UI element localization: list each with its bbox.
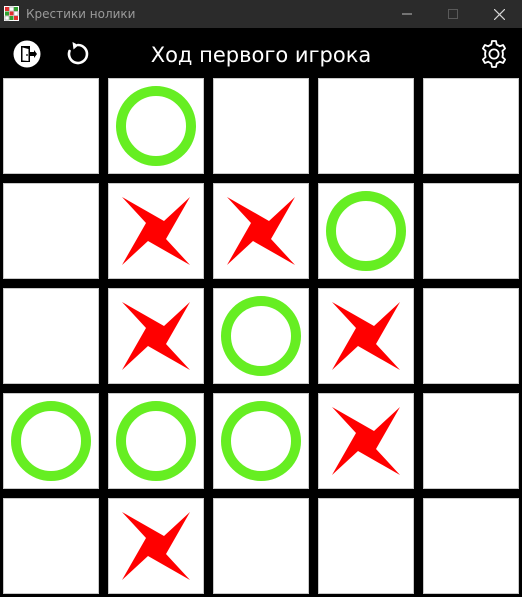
board-cell-r4-c1[interactable] bbox=[3, 393, 99, 489]
minimize-button[interactable] bbox=[384, 0, 430, 28]
board-cell-r3-c5[interactable] bbox=[423, 288, 519, 384]
o-mark-icon bbox=[221, 296, 301, 376]
board-cell-r3-c4[interactable] bbox=[318, 288, 414, 384]
exit-door-icon bbox=[13, 40, 41, 68]
board-cell-r4-c2[interactable] bbox=[108, 393, 204, 489]
board-cell-r1-c1[interactable] bbox=[3, 78, 99, 174]
board-cell-r4-c5[interactable] bbox=[423, 393, 519, 489]
board-cell-r4-c3[interactable] bbox=[213, 393, 309, 489]
app-grid-icon bbox=[4, 6, 19, 21]
board-cell-r3-c2[interactable] bbox=[108, 288, 204, 384]
maximize-icon bbox=[448, 9, 458, 19]
minimize-icon bbox=[402, 13, 412, 15]
restart-arrow-icon bbox=[67, 42, 89, 65]
board-cell-r5-c2[interactable] bbox=[108, 498, 204, 594]
x-mark-icon bbox=[122, 512, 190, 580]
o-mark-icon bbox=[221, 401, 301, 481]
x-mark-icon bbox=[227, 197, 295, 265]
close-icon bbox=[493, 8, 505, 20]
x-mark-icon bbox=[332, 407, 400, 475]
o-mark-icon bbox=[116, 86, 196, 166]
game-toolbar: Ход первого игрока bbox=[0, 28, 522, 78]
o-mark-icon bbox=[116, 401, 196, 481]
board-cell-r1-c5[interactable] bbox=[423, 78, 519, 174]
board-cell-r5-c5[interactable] bbox=[423, 498, 519, 594]
maximize-button[interactable] bbox=[430, 0, 476, 28]
board-cell-r1-c4[interactable] bbox=[318, 78, 414, 174]
board-cell-r2-c5[interactable] bbox=[423, 183, 519, 279]
settings-button[interactable] bbox=[478, 38, 510, 70]
exit-button[interactable] bbox=[11, 38, 43, 70]
board-cell-r3-c1[interactable] bbox=[3, 288, 99, 384]
window-title: Крестики нолики bbox=[26, 7, 136, 21]
o-mark-icon bbox=[11, 401, 91, 481]
board-cell-r4-c4[interactable] bbox=[318, 393, 414, 489]
o-mark-icon bbox=[326, 191, 406, 271]
app-window: Крестики нолики Ход первого игрока bbox=[0, 0, 522, 597]
close-button[interactable] bbox=[476, 0, 522, 28]
board-cell-r2-c4[interactable] bbox=[318, 183, 414, 279]
board-cell-r2-c1[interactable] bbox=[3, 183, 99, 279]
board-cell-r5-c3[interactable] bbox=[213, 498, 309, 594]
title-bar[interactable]: Крестики нолики bbox=[0, 0, 522, 28]
restart-button[interactable] bbox=[62, 38, 94, 70]
board-cell-r2-c3[interactable] bbox=[213, 183, 309, 279]
board-cell-r1-c2[interactable] bbox=[108, 78, 204, 174]
gear-icon bbox=[482, 40, 506, 68]
x-mark-icon bbox=[122, 302, 190, 370]
board-cell-r5-c1[interactable] bbox=[3, 498, 99, 594]
x-mark-icon bbox=[122, 197, 190, 265]
board-cell-r2-c2[interactable] bbox=[108, 183, 204, 279]
board-cell-r5-c4[interactable] bbox=[318, 498, 414, 594]
x-mark-icon bbox=[332, 302, 400, 370]
game-board bbox=[0, 75, 522, 597]
board-cell-r1-c3[interactable] bbox=[213, 78, 309, 174]
board-cell-r3-c3[interactable] bbox=[213, 288, 309, 384]
